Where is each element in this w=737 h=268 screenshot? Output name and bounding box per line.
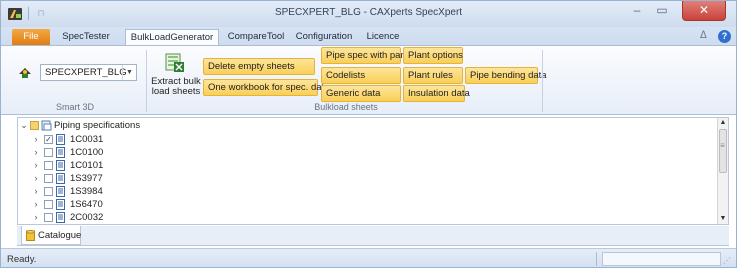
tab-configuration[interactable]: Configuration xyxy=(290,29,358,45)
row-checkbox[interactable] xyxy=(44,148,53,157)
tree-row-label: 1C0101 xyxy=(70,160,104,171)
expand-icon[interactable]: › xyxy=(32,133,40,146)
row-checkbox[interactable]: ✓ xyxy=(44,135,53,144)
group-separator xyxy=(542,50,543,112)
tab-bulkloadgenerator[interactable]: BulkLoadGenerator xyxy=(125,29,219,45)
status-bar: Ready. ⋰ xyxy=(1,248,736,267)
extract-label-line2: load sheets xyxy=(151,86,201,97)
scroll-grip-icon: ≡ xyxy=(720,141,725,150)
pipe-bending-data-button[interactable]: Pipe bending data xyxy=(465,67,547,84)
resize-grip-icon[interactable]: ⋰ xyxy=(723,257,731,265)
plant-options-button[interactable]: Plant options xyxy=(403,47,463,64)
tree-row-label: 1C0100 xyxy=(70,147,104,158)
extract-bulk-load-sheets-button[interactable]: Extract bulk load sheets xyxy=(151,77,201,97)
tab-file[interactable]: File xyxy=(12,29,50,45)
expand-icon[interactable]: › xyxy=(32,185,40,198)
tree-row-label: 1S3984 xyxy=(70,186,103,197)
expand-icon[interactable]: › xyxy=(32,172,40,185)
document-icon xyxy=(56,147,65,158)
one-workbook-button[interactable]: One workbook for spec. data xyxy=(203,79,329,96)
minimize-button[interactable]: – xyxy=(626,1,648,21)
tab-spectester[interactable]: SpecTester xyxy=(58,29,114,45)
smart3d-combo-value: SPECXPERT_BLG xyxy=(45,67,127,78)
spec-tree: ⌄ Piping specifications › ✓ 1C0031 › 1C0… xyxy=(17,117,729,225)
document-icon xyxy=(56,199,65,210)
codelists-button[interactable]: Codelists xyxy=(321,67,401,84)
row-checkbox[interactable] xyxy=(44,200,53,209)
ribbon-tab-bar: File SpecTester BulkLoadGenerator Compar… xyxy=(1,27,736,45)
tab-catalogue[interactable]: Catalogue xyxy=(21,226,81,245)
maximize-button[interactable]: ▭ xyxy=(651,1,673,21)
app-window: ⊓ SPECXPERT_BLG - CAXperts SpecXpert – ▭… xyxy=(0,0,737,268)
close-button[interactable]: ✕ xyxy=(682,1,726,21)
bottom-tab-bar: Catalogue xyxy=(17,226,729,246)
group-label-smart3d: Smart 3D xyxy=(55,102,94,112)
insulation-data-button[interactable]: Insulation data xyxy=(403,85,470,102)
generic-data-button[interactable]: Generic data xyxy=(321,85,401,102)
tree-row-label: 2C0032 xyxy=(70,212,104,223)
vertical-scrollbar[interactable]: ▲ ≡ ▼ xyxy=(717,118,728,224)
row-checkbox[interactable] xyxy=(44,213,53,222)
smart3d-combo[interactable]: SPECXPERT_BLG ▼ xyxy=(40,64,137,81)
document-icon xyxy=(56,134,65,145)
plant-rules-button[interactable]: Plant rules xyxy=(403,67,463,84)
help-icon[interactable]: ? xyxy=(718,30,731,43)
status-field xyxy=(602,252,721,266)
row-checkbox[interactable] xyxy=(44,187,53,196)
chevron-down-icon[interactable]: ▼ xyxy=(122,65,136,80)
tree-row-label: 1C0031 xyxy=(70,134,104,145)
tab-licence[interactable]: Licence xyxy=(360,29,406,45)
expand-icon[interactable]: › xyxy=(32,211,40,224)
scroll-thumb[interactable] xyxy=(719,129,727,173)
tab-comparetool[interactable]: CompareTool xyxy=(223,29,289,45)
catalogue-icon xyxy=(26,230,35,241)
status-separator xyxy=(596,252,597,266)
document-icon xyxy=(56,173,65,184)
plant-icon xyxy=(19,68,31,78)
collapse-icon[interactable]: ⌄ xyxy=(20,119,28,132)
tree-root-label: Piping specifications xyxy=(54,120,141,131)
excel-extract-icon[interactable] xyxy=(164,52,186,74)
expand-icon[interactable]: › xyxy=(32,146,40,159)
status-text: Ready. xyxy=(7,254,37,265)
document-icon xyxy=(56,160,65,171)
expand-icon[interactable]: › xyxy=(32,159,40,172)
expand-icon[interactable]: › xyxy=(32,198,40,211)
document-icon xyxy=(56,186,65,197)
tab-catalogue-label: Catalogue xyxy=(38,230,82,241)
delete-empty-sheets-button[interactable]: Delete empty sheets xyxy=(203,58,315,75)
root-checkbox[interactable] xyxy=(30,121,39,130)
group-label-bulkload: Bulkload sheets xyxy=(314,102,378,112)
folder-doc-icon xyxy=(41,120,52,131)
tree-row-label: 1S6470 xyxy=(70,199,103,210)
pipe-spec-with-parts-button[interactable]: Pipe spec with parts xyxy=(321,47,411,64)
tree-row-label: 1S3977 xyxy=(70,173,103,184)
scroll-down-icon[interactable]: ▼ xyxy=(718,214,728,224)
scroll-up-icon[interactable]: ▲ xyxy=(718,118,728,128)
row-checkbox[interactable] xyxy=(44,174,53,183)
ribbon: SPECXPERT_BLG ▼ Smart 3D Extract bulk lo… xyxy=(1,45,736,115)
title-bar: ⊓ SPECXPERT_BLG - CAXperts SpecXpert – ▭… xyxy=(1,1,736,27)
document-icon xyxy=(56,212,65,223)
row-checkbox[interactable] xyxy=(44,161,53,170)
group-separator xyxy=(146,50,147,112)
collapse-ribbon-icon[interactable]: ᐃ xyxy=(700,30,707,41)
